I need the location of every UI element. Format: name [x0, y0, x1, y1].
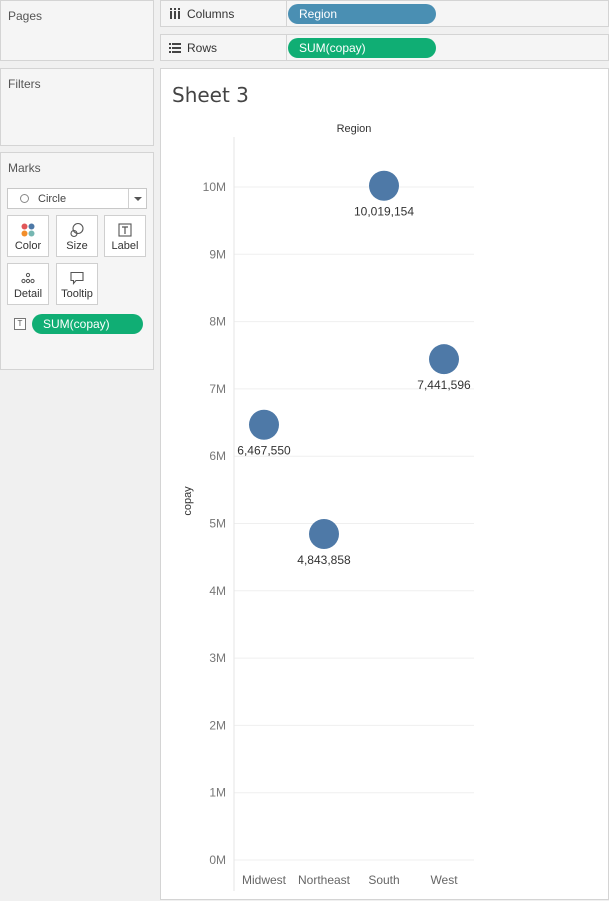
- data-label: 7,441,596: [417, 378, 471, 392]
- columns-icon: [170, 8, 180, 19]
- y-tick-label: 6M: [209, 449, 226, 463]
- pages-shelf[interactable]: Pages: [0, 0, 154, 61]
- y-tick-label: 7M: [209, 382, 226, 396]
- data-label: 10,019,154: [354, 205, 414, 219]
- mark-type-label: Circle: [38, 193, 67, 205]
- filters-shelf[interactable]: Filters: [0, 68, 154, 146]
- data-label: 4,843,858: [297, 553, 351, 567]
- marks-card: Marks: [0, 152, 154, 370]
- chevron-down-icon[interactable]: [128, 189, 146, 208]
- y-tick-label: 2M: [209, 718, 226, 732]
- region-pill[interactable]: Region: [288, 4, 436, 24]
- y-tick-label: 9M: [209, 247, 226, 261]
- marks-title: Marks: [8, 161, 41, 175]
- pages-title: Pages: [8, 9, 43, 23]
- detail-label: Detail: [13, 288, 43, 300]
- sheet-view: Region copay 0M 1M 2M 3M 4M 5M 6M 7M 8M 9M 10M Mid…: [160, 68, 609, 900]
- tooltip-button[interactable]: Tooltip: [56, 263, 98, 305]
- circle-mark-icon: [20, 194, 29, 203]
- data-label: 6,467,550: [237, 444, 291, 458]
- y-axis-title: copay: [182, 486, 194, 516]
- y-tick-label: 1M: [209, 786, 226, 800]
- color-label: Color: [14, 240, 42, 252]
- filters-title: Filters: [8, 77, 41, 91]
- size-label: Size: [66, 240, 88, 252]
- mark-type-dropdown[interactable]: Circle: [7, 188, 147, 209]
- rows-label: Rows: [187, 41, 218, 55]
- x-tick-label: West: [430, 873, 458, 887]
- label-icon: [118, 223, 132, 237]
- y-tick-label: 3M: [209, 651, 226, 665]
- sum-copay-pill[interactable]: SUM(copay): [288, 38, 436, 58]
- columns-label: Columns: [187, 7, 235, 21]
- label-field-icon: T: [14, 318, 26, 330]
- chart: Region copay 0M 1M 2M 3M 4M 5M 6M 7M 8M 9M 10M Mid…: [182, 123, 474, 891]
- tooltip-label: Tooltip: [61, 288, 93, 300]
- column-header: Region: [337, 123, 372, 135]
- rows-shelf: Rows SUM(copay): [160, 34, 609, 61]
- sheet-title: Sheet 3: [172, 83, 249, 107]
- y-tick-label: 4M: [209, 584, 226, 598]
- x-tick-label: Midwest: [242, 873, 287, 887]
- rows-icon: [169, 43, 181, 53]
- columns-shelf: Columns Region: [160, 0, 609, 27]
- data-point[interactable]: [249, 409, 279, 440]
- color-button[interactable]: Color: [7, 215, 49, 257]
- size-icon: [70, 222, 84, 238]
- color-icon: [21, 223, 35, 237]
- data-point[interactable]: [309, 519, 339, 550]
- x-tick-label: South: [368, 873, 399, 887]
- y-tick-label: 5M: [209, 517, 226, 531]
- x-tick-label: Northeast: [298, 873, 351, 887]
- y-tick-label: 8M: [209, 315, 226, 329]
- label-button[interactable]: Label: [104, 215, 146, 257]
- data-point[interactable]: [369, 170, 399, 201]
- detail-icon: [21, 272, 35, 284]
- data-point[interactable]: [429, 344, 459, 375]
- tooltip-icon: [70, 271, 84, 286]
- label-field-pill[interactable]: SUM(copay): [32, 314, 143, 334]
- label-label: Label: [111, 240, 139, 252]
- y-tick-label: 0M: [209, 853, 226, 867]
- y-tick-label: 10M: [203, 180, 226, 194]
- size-button[interactable]: Size: [56, 215, 98, 257]
- detail-button[interactable]: Detail: [7, 263, 49, 305]
